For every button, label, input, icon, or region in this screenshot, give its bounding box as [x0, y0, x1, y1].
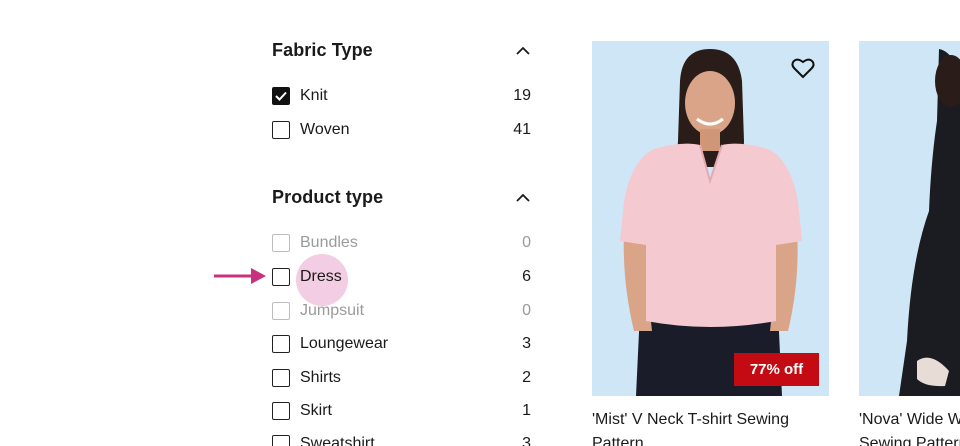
- filter-option-count: 41: [513, 121, 531, 138]
- filter-option-count: 3: [522, 435, 531, 446]
- checkbox-disabled: [272, 234, 290, 252]
- checkbox[interactable]: [272, 402, 290, 420]
- filter-option-sweatshirt[interactable]: Sweatshirt 3: [272, 433, 534, 446]
- filter-option-count: 1: [522, 402, 531, 419]
- checkbox-disabled: [272, 302, 290, 320]
- heart-icon[interactable]: [791, 57, 815, 79]
- discount-badge: 77% off: [734, 353, 819, 386]
- product-title[interactable]: 'Nova' Wide Waist Leggings Sewing Patter…: [859, 408, 960, 446]
- filter-option-label: Knit: [300, 87, 328, 104]
- filter-option-label: Jumpsuit: [300, 302, 365, 319]
- product-card[interactable]: 77% off 'Mist' V Neck T-shirt Sewing Pat…: [592, 41, 829, 446]
- filter-option-count: 0: [522, 234, 531, 251]
- filter-group-product-type-header[interactable]: Product type: [272, 185, 534, 209]
- filter-option-label: Skirt: [300, 402, 332, 419]
- checkbox[interactable]: [272, 369, 290, 387]
- filter-option-label: Dress: [300, 268, 342, 285]
- chevron-up-icon[interactable]: [514, 41, 532, 59]
- filter-option-count: 19: [513, 87, 531, 104]
- filter-option-woven[interactable]: Woven 41: [272, 119, 534, 141]
- product-card[interactable]: 'Nova' Wide Waist Leggings Sewing Patter…: [859, 41, 960, 446]
- checkbox[interactable]: [272, 435, 290, 446]
- filter-option-knit[interactable]: Knit 19: [272, 85, 534, 107]
- filter-option-label: Loungewear: [300, 335, 389, 352]
- product-image[interactable]: [859, 41, 960, 396]
- checkmark-icon: [275, 91, 287, 101]
- filter-option-jumpsuit: Jumpsuit 0: [272, 300, 534, 322]
- product-image[interactable]: 77% off: [592, 41, 829, 396]
- filter-option-label: Bundles: [300, 234, 358, 251]
- filter-group-title: Fabric Type: [272, 39, 373, 60]
- model-photo: [592, 41, 829, 396]
- filter-group-title: Product type: [272, 186, 384, 207]
- filter-option-dress[interactable]: Dress 6: [272, 266, 534, 288]
- chevron-up-icon[interactable]: [514, 188, 532, 206]
- filter-option-bundles: Bundles 0: [272, 232, 534, 254]
- filter-option-shirts[interactable]: Shirts 2: [272, 367, 534, 389]
- filter-option-skirt[interactable]: Skirt 1: [272, 400, 534, 422]
- filter-option-count: 2: [522, 369, 531, 386]
- checkbox[interactable]: [272, 121, 290, 139]
- filter-option-count: 6: [522, 268, 531, 285]
- filter-option-label: Shirts: [300, 369, 341, 386]
- checkbox-checked[interactable]: [272, 87, 290, 105]
- filter-group-fabric-type-header[interactable]: Fabric Type: [272, 38, 534, 62]
- filter-option-label: Sweatshirt: [300, 435, 375, 446]
- product-title[interactable]: 'Mist' V Neck T-shirt Sewing Pattern: [592, 408, 829, 446]
- filter-option-count: 3: [522, 335, 531, 352]
- checkbox[interactable]: [272, 335, 290, 353]
- filter-option-count: 0: [522, 302, 531, 319]
- pointer-arrow-icon: [214, 268, 266, 284]
- product-title-text: 'Nova' Wide Waist Leggings Sewing Patter…: [859, 411, 960, 446]
- checkbox[interactable]: [272, 268, 290, 286]
- model-photo: [859, 41, 960, 396]
- filter-option-loungewear[interactable]: Loungewear 3: [272, 333, 534, 355]
- filter-option-label: Woven: [300, 121, 350, 138]
